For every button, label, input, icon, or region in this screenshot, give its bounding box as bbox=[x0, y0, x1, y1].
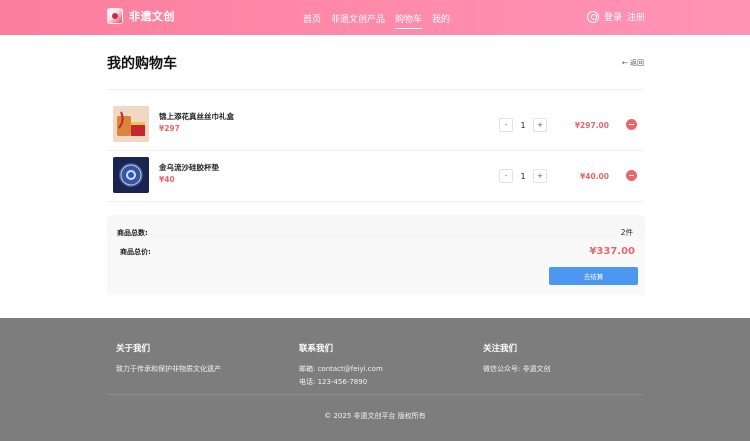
footer-contact-title: 联系我们 bbox=[299, 344, 334, 354]
order-summary: 商品总数: 2件 商品总价: ¥337.00 去结算 bbox=[107, 215, 645, 295]
count-value: 2件 bbox=[620, 228, 633, 237]
footer: 关于我们 致力于传承和保护非物质文化遗产 联系我们 邮箱: contact@fe… bbox=[0, 318, 750, 441]
item-subtotal: ¥40.00 bbox=[580, 172, 609, 181]
footer-about: 关于我们 致力于传承和保护非物质文化遗产 bbox=[116, 342, 221, 376]
increase-button[interactable]: + bbox=[533, 169, 547, 183]
total-value: ¥337.00 bbox=[589, 246, 635, 257]
increase-button[interactable]: + bbox=[533, 118, 547, 132]
cart-page: 我的购物车 ← 返回 锦上添花真丝丝巾礼盒 ¥297 - 1 + ¥297.00 bbox=[0, 35, 750, 318]
nav-home[interactable]: 首页 bbox=[303, 12, 321, 29]
cart-item: 锦上添花真丝丝巾礼盒 ¥297 - 1 + ¥297.00 bbox=[107, 106, 643, 154]
remove-icon[interactable] bbox=[626, 170, 637, 181]
logo-text: 非遗文创 bbox=[129, 10, 175, 23]
quantity-stepper: - 1 + bbox=[499, 169, 547, 183]
product-name[interactable]: 锦上添花真丝丝巾礼盒 bbox=[159, 111, 234, 122]
product-image[interactable] bbox=[113, 157, 149, 193]
footer-wechat: 微信公众号: 非遗文创 bbox=[483, 365, 551, 373]
nav-cart[interactable]: 购物车 bbox=[395, 12, 423, 29]
footer-about-title: 关于我们 bbox=[116, 344, 151, 354]
product-price: ¥40 bbox=[159, 175, 175, 184]
total-label: 商品总价: bbox=[120, 248, 151, 256]
page-title: 我的购物车 bbox=[107, 56, 177, 72]
total-panel: 商品总价: ¥337.00 去结算 bbox=[109, 238, 645, 295]
footer-follow-title: 关注我们 bbox=[483, 344, 518, 354]
register-link[interactable]: 注册 bbox=[627, 10, 645, 23]
footer-email[interactable]: 邮箱: contact@feiyi.com bbox=[299, 363, 383, 376]
quantity-stepper: - 1 + bbox=[499, 118, 547, 132]
main-nav: 首页 非遗文创产品 购物车 我的 bbox=[303, 12, 450, 29]
logo-icon bbox=[107, 8, 123, 24]
remove-icon[interactable] bbox=[626, 119, 637, 130]
product-image[interactable] bbox=[113, 106, 149, 142]
footer-contact: 联系我们 邮箱: contact@feiyi.com 电话: 123-456-7… bbox=[299, 342, 383, 389]
logo[interactable]: 非遗文创 bbox=[107, 8, 175, 24]
divider bbox=[107, 201, 643, 202]
user-icon[interactable] bbox=[586, 10, 599, 23]
decrease-button[interactable]: - bbox=[499, 169, 513, 183]
user-area: 登录 注册 bbox=[586, 10, 645, 23]
copyright: © 2025 非遗文创平台 版权所有 bbox=[324, 412, 426, 420]
divider bbox=[107, 150, 643, 151]
checkout-button[interactable]: 去结算 bbox=[549, 267, 638, 285]
cart-item: 金乌流沙硅胶杯垫 ¥40 - 1 + ¥40.00 bbox=[107, 157, 643, 205]
back-link[interactable]: ← 返回 bbox=[622, 58, 644, 68]
footer-divider bbox=[107, 394, 643, 395]
divider bbox=[107, 89, 643, 90]
count-label: 商品总数: bbox=[117, 229, 148, 237]
decrease-button[interactable]: - bbox=[499, 118, 513, 132]
item-subtotal: ¥297.00 bbox=[574, 121, 609, 130]
footer-follow: 关注我们 微信公众号: 非遗文创 bbox=[483, 342, 551, 376]
footer-about-text: 致力于传承和保护非物质文化遗产 bbox=[116, 365, 221, 373]
quantity-value: 1 bbox=[520, 171, 526, 181]
login-link[interactable]: 登录 bbox=[604, 10, 622, 23]
nav-mine[interactable]: 我的 bbox=[432, 12, 450, 29]
quantity-value: 1 bbox=[520, 120, 526, 130]
product-price: ¥297 bbox=[159, 124, 180, 133]
footer-phone: 电话: 123-456-7890 bbox=[299, 378, 368, 386]
top-nav-bar: 非遗文创 首页 非遗文创产品 购物车 我的 登录 注册 bbox=[0, 0, 750, 35]
product-name[interactable]: 金乌流沙硅胶杯垫 bbox=[159, 162, 219, 173]
nav-products[interactable]: 非遗文创产品 bbox=[331, 12, 385, 29]
